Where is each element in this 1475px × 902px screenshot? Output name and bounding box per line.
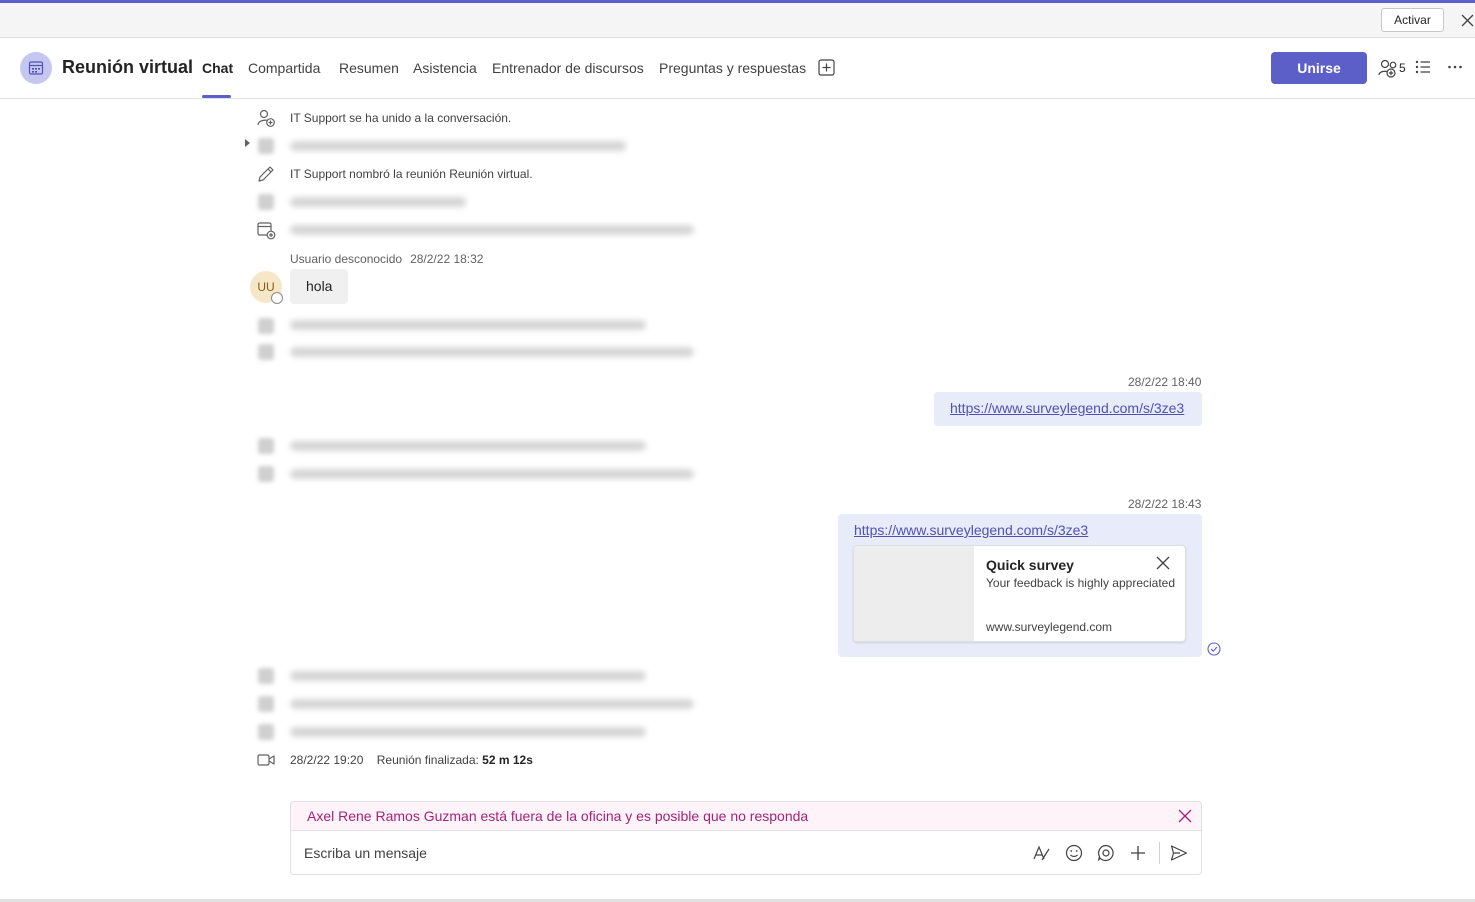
join-button[interactable]: Unirse: [1271, 52, 1367, 84]
link-preview-card[interactable]: Quick survey Your feedback is highly app…: [853, 545, 1186, 642]
tab-attendance[interactable]: Asistencia: [413, 60, 477, 76]
message-timestamp: 28/2/22 18:40: [1128, 375, 1202, 389]
participants-count: 5: [1399, 61, 1406, 75]
tab-shared[interactable]: Compartida: [248, 60, 320, 76]
tab-chat[interactable]: Chat: [202, 60, 233, 76]
expand-arrow-icon[interactable]: [245, 139, 250, 147]
message-timestamp: 28/2/22 18:43: [1128, 497, 1202, 511]
message-bubble-own[interactable]: https://www.surveylegend.com/s/3ze3: [934, 392, 1202, 426]
active-tab-indicator: [202, 95, 231, 98]
redacted-text: [290, 197, 466, 207]
message-bubble-own[interactable]: https://www.surveylegend.com/s/3ze3 Quic…: [838, 514, 1202, 657]
out-of-office-banner: Axel Rene Ramos Guzman está fuera de la …: [290, 801, 1202, 830]
compose-box: [290, 830, 1202, 875]
add-icon[interactable]: [1128, 843, 1148, 863]
pencil-icon: [258, 166, 274, 182]
seen-check-icon: [1207, 642, 1221, 656]
calendar-icon: [28, 61, 44, 75]
survey-link[interactable]: https://www.surveylegend.com/s/3ze3: [950, 400, 1184, 416]
meeting-end-timestamp: 28/2/22 19:20: [290, 753, 364, 767]
redacted-text: [290, 141, 626, 151]
video-camera-icon: [257, 754, 275, 766]
close-window-icon[interactable]: [1459, 11, 1475, 29]
close-banner-icon[interactable]: [1178, 809, 1192, 823]
redacted-text: [290, 727, 646, 737]
event-renamed-text: IT Support nombró la reunión Reunión vir…: [290, 167, 533, 181]
message-meta: Usuario desconocido 28/2/22 18:32: [290, 252, 491, 266]
person-add-icon: [257, 109, 275, 127]
sender-name: Usuario desconocido: [290, 252, 403, 266]
sticker-icon[interactable]: [1096, 843, 1116, 863]
presence-status-icon: [271, 292, 283, 304]
message-input[interactable]: [304, 843, 1004, 863]
send-icon[interactable]: [1169, 843, 1189, 863]
list-icon[interactable]: [1415, 60, 1431, 74]
redacted-icon: [258, 344, 274, 360]
survey-link[interactable]: https://www.surveylegend.com/s/3ze3: [854, 522, 1088, 538]
format-icon[interactable]: [1031, 843, 1051, 863]
tab-speaker-coach[interactable]: Entrenador de discursos: [492, 60, 644, 76]
activate-button[interactable]: Activar: [1381, 8, 1444, 32]
redacted-text: [290, 699, 694, 709]
meeting-header: Reunión virtual Chat Compartida Resumen …: [0, 38, 1475, 99]
message-timestamp: 28/2/22 18:32: [410, 252, 484, 266]
redacted-icon: [258, 466, 274, 482]
more-options-icon[interactable]: [1447, 60, 1463, 74]
add-tab-icon[interactable]: [818, 59, 835, 76]
toolbar-divider: [1159, 842, 1160, 864]
title-bar: Activar: [0, 3, 1475, 38]
meeting-title: Reunión virtual: [62, 57, 194, 77]
tab-qa[interactable]: Preguntas y respuestas: [659, 60, 806, 76]
redacted-text: [290, 671, 646, 681]
redacted-icon: [258, 318, 274, 334]
close-preview-icon[interactable]: [1156, 556, 1170, 570]
out-of-office-text: Axel Rene Ramos Guzman está fuera de la …: [307, 808, 809, 824]
redacted-icon: [258, 138, 274, 154]
calendar-add-icon: [257, 222, 276, 240]
meeting-ended-event: 28/2/22 19:20 Reunión finalizada: 52 m 1…: [290, 753, 533, 767]
link-preview-description: Your feedback is highly appreciated: [986, 576, 1176, 590]
redacted-icon: [258, 696, 274, 712]
meeting-duration: 52 m 12s: [482, 753, 533, 767]
redacted-text: [290, 320, 646, 330]
emoji-icon[interactable]: [1064, 843, 1084, 863]
link-preview-domain: www.surveylegend.com: [986, 620, 1113, 634]
redacted-text: [290, 469, 694, 479]
tab-summary[interactable]: Resumen: [339, 60, 399, 76]
link-preview-thumbnail: [854, 546, 974, 641]
link-preview-title: Quick survey: [986, 557, 1074, 573]
meeting-end-label: Reunión finalizada:: [376, 753, 479, 767]
redacted-text: [290, 225, 694, 235]
meeting-avatar: [20, 52, 52, 84]
redacted-icon: [258, 438, 274, 454]
redacted-text: [290, 347, 694, 357]
redacted-icon: [258, 724, 274, 740]
redacted-text: [290, 441, 646, 451]
redacted-icon: [258, 194, 274, 210]
message-bubble[interactable]: hola: [290, 269, 349, 304]
redacted-icon: [258, 668, 274, 684]
event-joined-text: IT Support se ha unido a la conversación…: [290, 111, 512, 125]
